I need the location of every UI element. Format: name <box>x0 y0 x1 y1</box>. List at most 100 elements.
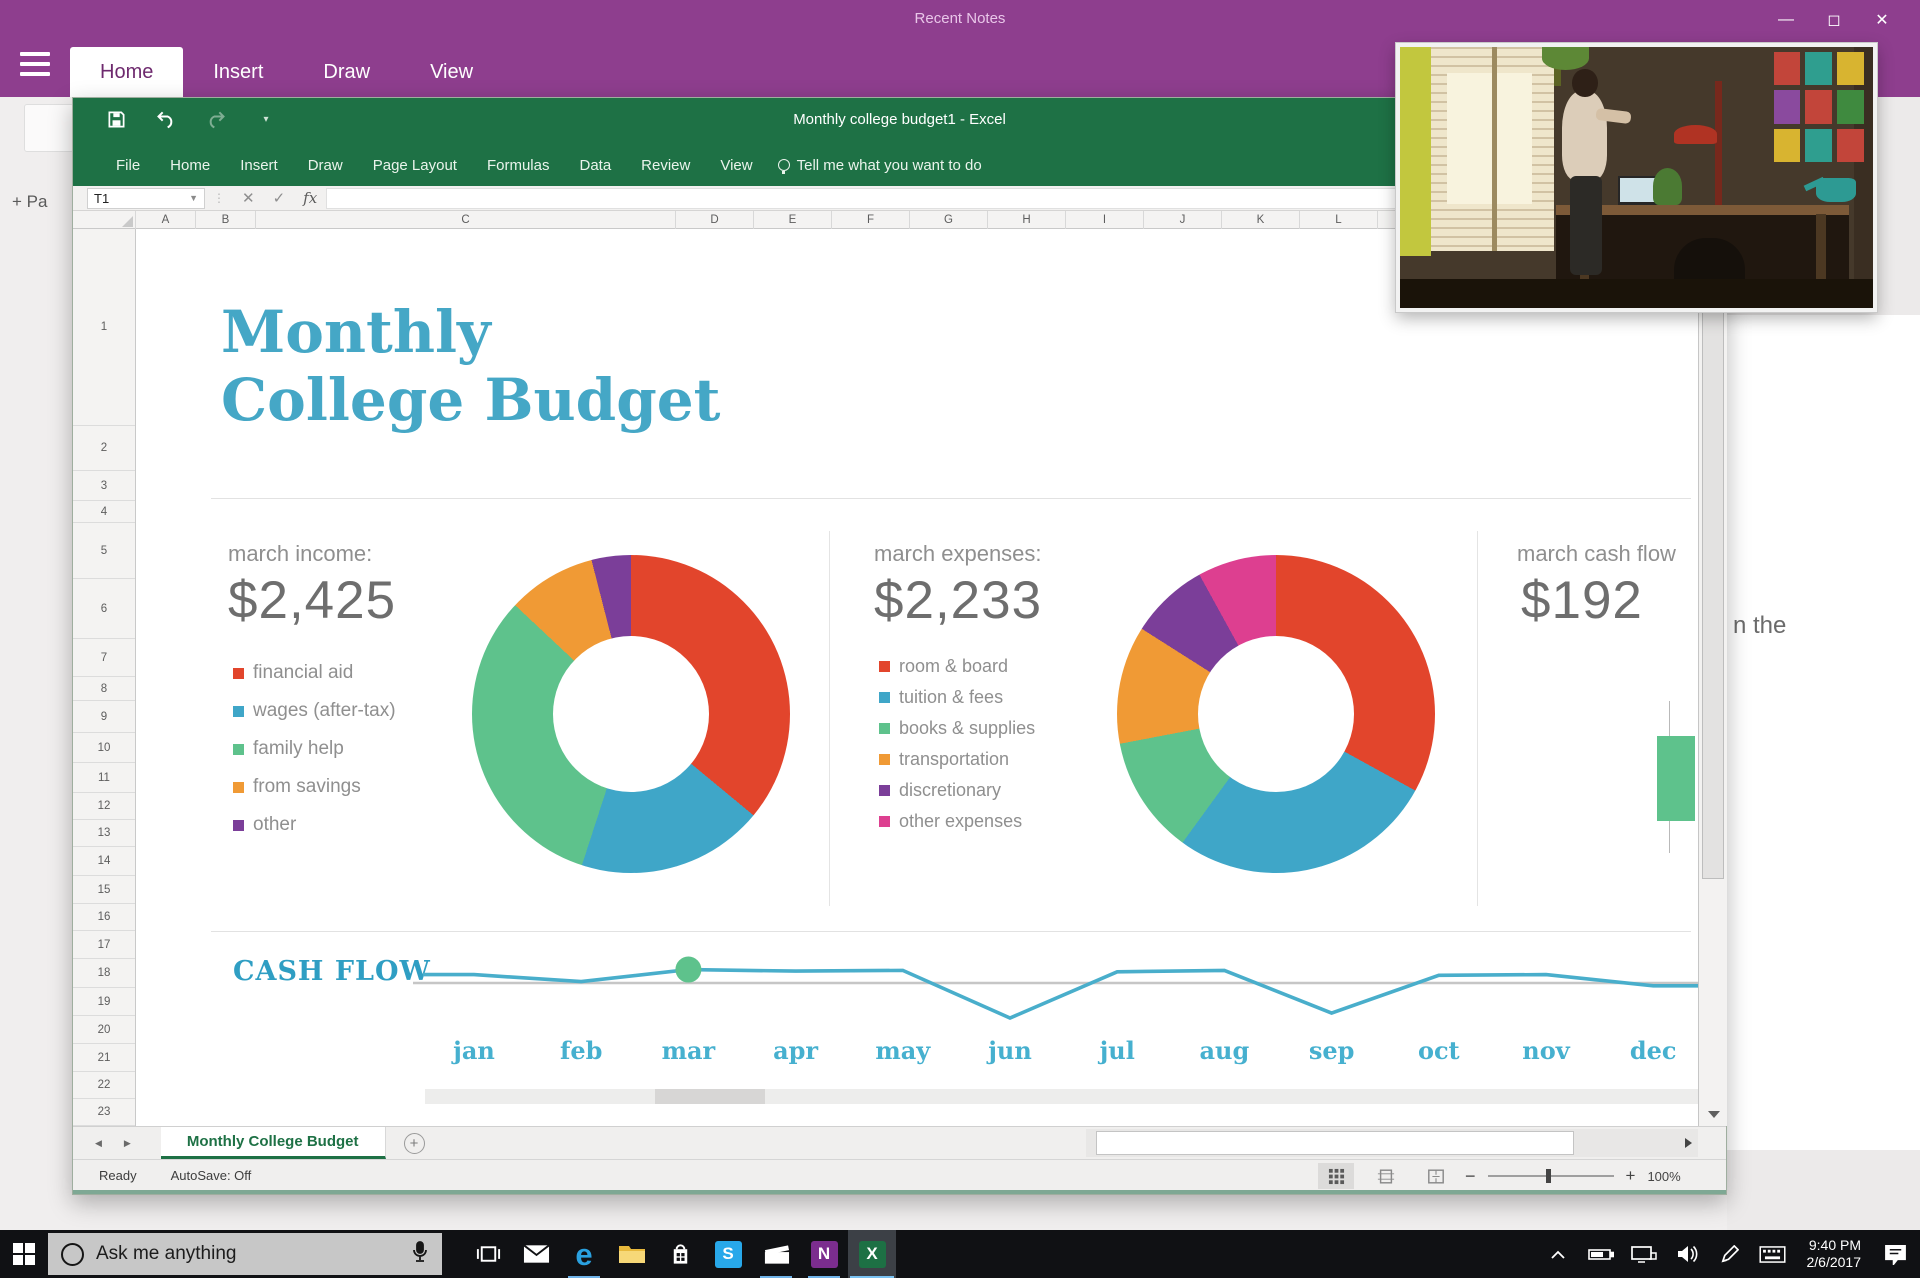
close-icon[interactable]: ✕ <box>1858 4 1906 36</box>
horizontal-scrollbar[interactable] <box>1086 1129 1698 1157</box>
video-person-legs <box>1570 176 1603 276</box>
taskbar-excel-button[interactable]: X <box>848 1230 896 1278</box>
cortana-search-box[interactable] <box>48 1233 442 1275</box>
sheet-tab-monthly-college-budget[interactable]: Monthly College Budget <box>160 1127 386 1159</box>
hamburger-menu-icon[interactable] <box>20 52 50 76</box>
onenote-add-page-fragment[interactable]: + Pa <box>12 192 47 212</box>
chevron-up-icon[interactable] <box>1541 1234 1575 1274</box>
windows-logo-icon <box>13 1243 35 1265</box>
scroll-down-icon[interactable] <box>1708 1111 1720 1118</box>
normal-view-icon[interactable] <box>1318 1163 1354 1189</box>
legend-swatch <box>879 785 890 796</box>
desktop: Recent Notes — ◻ ✕ Home Insert Draw View + … <box>0 0 1920 1278</box>
onenote-tab-draw[interactable]: Draw <box>293 47 400 97</box>
vertical-scrollbar-thumb[interactable] <box>1702 239 1724 879</box>
taskbar-file-explorer-button[interactable] <box>608 1230 656 1278</box>
sheet-title: Monthly College Budget <box>221 298 721 434</box>
divider <box>829 531 830 906</box>
onenote-window-title: Recent Notes <box>914 10 1006 27</box>
maximize-icon[interactable]: ◻ <box>1810 4 1858 36</box>
income-value: $2,425 <box>228 571 397 630</box>
divider <box>1477 531 1478 906</box>
clock-time: 9:40 PM <box>1808 1237 1861 1253</box>
onenote-tab-view[interactable]: View <box>400 47 503 97</box>
zoom-in-icon[interactable]: + <box>1626 1166 1636 1186</box>
income-donut-chart[interactable] <box>472 555 790 873</box>
display-icon[interactable] <box>1627 1234 1661 1274</box>
video-lamp-pole <box>1714 80 1722 207</box>
horizontal-scrollbar-thumb[interactable] <box>1096 1131 1574 1155</box>
onenote-tab-insert[interactable]: Insert <box>183 47 293 97</box>
taskbar-mail-button[interactable] <box>512 1230 560 1278</box>
page-layout-view-icon[interactable] <box>1368 1163 1404 1189</box>
taskbar-edge-button[interactable]: e <box>560 1230 608 1278</box>
chart-scrollbar-thumb[interactable] <box>655 1089 765 1104</box>
legend-swatch <box>879 754 890 765</box>
next-sheet-icon[interactable]: ▶ <box>124 1138 131 1149</box>
onenote-page <box>1727 315 1920 1150</box>
zoom-level[interactable]: 100% <box>1647 1169 1680 1184</box>
legend-swatch <box>879 692 890 703</box>
legend-item: financial aid <box>233 654 396 692</box>
touch-keyboard-icon[interactable] <box>1756 1234 1790 1274</box>
video-plant <box>1653 168 1683 205</box>
video-person-head <box>1572 69 1598 97</box>
expenses-donut-chart[interactable] <box>1117 555 1435 873</box>
legend-item: wages (after-tax) <box>233 692 396 730</box>
start-button[interactable] <box>0 1230 48 1278</box>
month-label-oct: oct <box>1417 1036 1460 1065</box>
scroll-right-icon[interactable] <box>1685 1138 1692 1148</box>
legend-swatch <box>233 705 244 717</box>
legend-item: discretionary <box>879 775 1035 806</box>
onenote-page-text-fragment: n the <box>1733 612 1787 639</box>
video-curtain <box>1400 47 1431 256</box>
taskbar-store-button[interactable] <box>656 1230 704 1278</box>
legend-swatch <box>233 667 244 679</box>
month-label-nov: nov <box>1522 1036 1570 1065</box>
month-axis: jan feb mar apr may jun jul aug sep oct nov dec <box>73 1036 1698 1070</box>
add-sheet-icon[interactable]: + <box>403 1132 425 1154</box>
zoom-slider[interactable] <box>1487 1169 1614 1183</box>
action-center-icon[interactable] <box>1878 1234 1912 1274</box>
sheet-tab-nav: ◀ ▶ <box>73 1127 153 1159</box>
onenote-tab-home[interactable]: Home <box>70 47 184 97</box>
income-legend: financial aid wages (after-tax) family hel… <box>233 654 396 844</box>
microphone-icon[interactable] <box>412 1240 428 1268</box>
skype-icon: S <box>714 1240 742 1268</box>
taskbar-skype-button[interactable]: S <box>704 1230 752 1278</box>
legend-item: other expenses <box>879 806 1035 837</box>
pen-icon[interactable] <box>1713 1234 1747 1274</box>
zoom-out-icon[interactable]: − <box>1465 1166 1476 1187</box>
taskbar-onenote-button[interactable]: N <box>800 1230 848 1278</box>
status-bar: Ready AutoSave: Off − + 100% <box>73 1159 1726 1191</box>
month-label-mar: mar <box>661 1036 716 1065</box>
page-break-preview-icon[interactable] <box>1418 1163 1454 1189</box>
previous-sheet-icon[interactable]: ◀ <box>95 1138 102 1149</box>
window-controls: — ◻ ✕ <box>1762 4 1906 36</box>
video-window-light <box>1447 73 1533 204</box>
status-autosave[interactable]: AutoSave: Off <box>171 1168 252 1183</box>
zoom-slider-thumb[interactable] <box>1545 1169 1551 1183</box>
onenote-side-button[interactable] <box>24 104 74 152</box>
chart-scrollbar[interactable] <box>425 1089 1698 1104</box>
legend-item: room & board <box>879 651 1035 682</box>
video-shelf-boxes <box>1773 52 1864 162</box>
divider <box>211 498 1691 499</box>
legend-swatch <box>879 816 890 827</box>
cashflow-chart-title: CASH FLOW <box>233 956 431 987</box>
search-input[interactable] <box>96 1243 412 1265</box>
minimize-icon[interactable]: — <box>1762 4 1810 36</box>
legend-item: tuition & fees <box>879 682 1035 713</box>
vertical-scrollbar[interactable] <box>1698 211 1727 1126</box>
volume-icon[interactable] <box>1670 1234 1704 1274</box>
taskbar-movies-tv-button[interactable] <box>752 1230 800 1278</box>
month-label-may: may <box>875 1036 931 1065</box>
month-label-dec: dec <box>1629 1036 1677 1065</box>
edge-icon: e <box>575 1236 593 1272</box>
battery-icon[interactable] <box>1584 1234 1618 1274</box>
clock[interactable]: 9:40 PM 2/6/2017 <box>1799 1237 1870 1271</box>
expenses-label: march expenses: <box>874 541 1042 566</box>
picture-in-picture-video[interactable] <box>1396 43 1877 312</box>
month-label-sep: sep <box>1308 1036 1355 1065</box>
taskbar-task-view-button[interactable] <box>464 1230 512 1278</box>
